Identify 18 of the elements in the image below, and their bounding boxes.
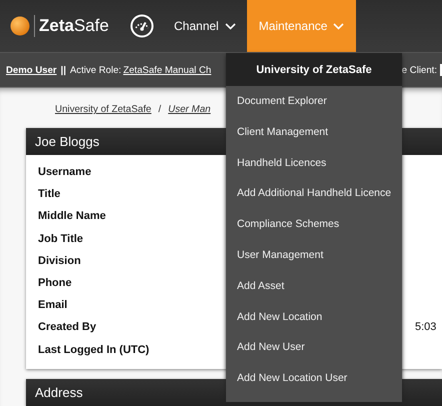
field-label: Title bbox=[38, 188, 60, 200]
card-title: Joe Bloggs bbox=[35, 134, 100, 149]
field-label: Job Title bbox=[38, 232, 84, 245]
client-label: e Client: bbox=[402, 64, 438, 76]
field-label: Email bbox=[38, 299, 68, 312]
menu-header: University of ZetaSafe bbox=[226, 53, 402, 86]
field-label: Division bbox=[38, 254, 81, 267]
logo-wordmark: ZetaSafe bbox=[39, 16, 109, 36]
field-label: Last Logged In (UTC) bbox=[38, 344, 150, 356]
separator-text: || bbox=[60, 64, 66, 76]
field-label: Created By bbox=[38, 321, 96, 334]
role-label: Active Role: bbox=[70, 64, 122, 76]
field-label: Username bbox=[38, 166, 92, 178]
card-title: Address bbox=[35, 384, 83, 400]
field-label: Phone bbox=[38, 277, 72, 290]
breadcrumb-separator: / bbox=[158, 104, 162, 117]
field-value: 5:03 bbox=[415, 321, 436, 334]
field-label: Middle Name bbox=[38, 210, 106, 222]
